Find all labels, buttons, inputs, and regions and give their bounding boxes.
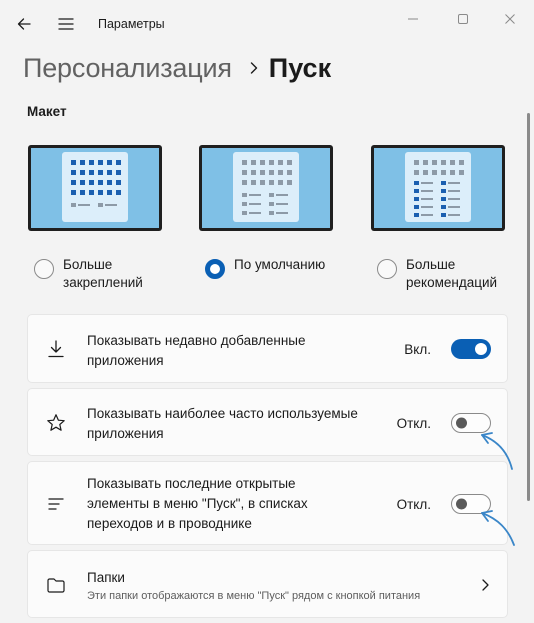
breadcrumb: Персонализация Пуск	[23, 50, 331, 86]
app-title: Параметры	[98, 17, 165, 31]
layout-option-more-pins[interactable]: Больше закреплений	[34, 256, 173, 292]
star-icon	[47, 414, 65, 431]
layout-more-pins-preview[interactable]	[28, 145, 162, 231]
minimize-icon[interactable]	[402, 8, 424, 30]
layout-section-label: Макет	[27, 104, 67, 119]
layout-default-preview[interactable]	[199, 145, 333, 231]
scrollbar-thumb[interactable]	[527, 113, 530, 501]
folders-link[interactable]: Папки Эти папки отображаются в меню "Пус…	[27, 550, 508, 618]
most-used-toggle[interactable]	[451, 413, 491, 433]
layout-more-recommendations-preview[interactable]	[371, 145, 505, 231]
download-icon	[48, 340, 64, 358]
setting-recently-added-apps: Показывать недавно добавленные приложени…	[27, 314, 508, 383]
breadcrumb-chevron-icon	[249, 61, 259, 75]
setting-label: Показывать последние открытые элементы в…	[87, 476, 308, 531]
folders-text: Папки Эти папки отображаются в меню "Пус…	[87, 568, 447, 604]
close-icon[interactable]	[499, 8, 521, 30]
toggle-state-label: Откл.	[396, 497, 431, 512]
back-arrow-icon[interactable]	[14, 14, 34, 34]
layout-option-label: Больше рекомендаций	[406, 257, 498, 290]
radio-more-pins[interactable]	[34, 259, 54, 279]
recent-items-toggle[interactable]	[451, 494, 491, 514]
radio-default-selected[interactable]	[205, 259, 225, 279]
radio-more-recommendations[interactable]	[377, 259, 397, 279]
title-bar: Параметры	[0, 0, 534, 48]
page-title: Пуск	[268, 52, 332, 83]
setting-label: Показывать недавно добавленные приложени…	[87, 333, 306, 368]
list-icon	[48, 498, 64, 510]
toggle-knob	[475, 343, 487, 355]
layout-option-more-recommendations[interactable]: Больше рекомендаций	[377, 256, 526, 292]
folder-icon	[47, 578, 65, 593]
layout-option-default[interactable]: По умолчанию	[205, 256, 344, 279]
breadcrumb-parent[interactable]: Персонализация	[23, 53, 232, 84]
folders-title: Папки	[87, 570, 125, 585]
setting-recent-items: Показывать последние открытые элементы в…	[27, 461, 508, 545]
toggle-knob	[456, 417, 467, 429]
recently-added-toggle[interactable]	[451, 339, 491, 359]
hamburger-menu-icon[interactable]	[56, 14, 76, 34]
folders-description: Эти папки отображаются в меню "Пуск" ряд…	[87, 590, 421, 602]
toggle-state-label: Вкл.	[404, 342, 431, 357]
layout-option-label: Больше закреплений	[63, 257, 143, 290]
toggle-knob	[456, 498, 467, 510]
maximize-icon[interactable]	[452, 8, 474, 30]
setting-label: Показывать наиболее часто используемые п…	[87, 406, 358, 441]
layout-option-label: По умолчанию	[234, 257, 326, 272]
setting-most-used-apps: Показывать наиболее часто используемые п…	[27, 388, 508, 456]
toggle-state-label: Откл.	[396, 416, 431, 431]
chevron-right-icon	[482, 579, 489, 591]
